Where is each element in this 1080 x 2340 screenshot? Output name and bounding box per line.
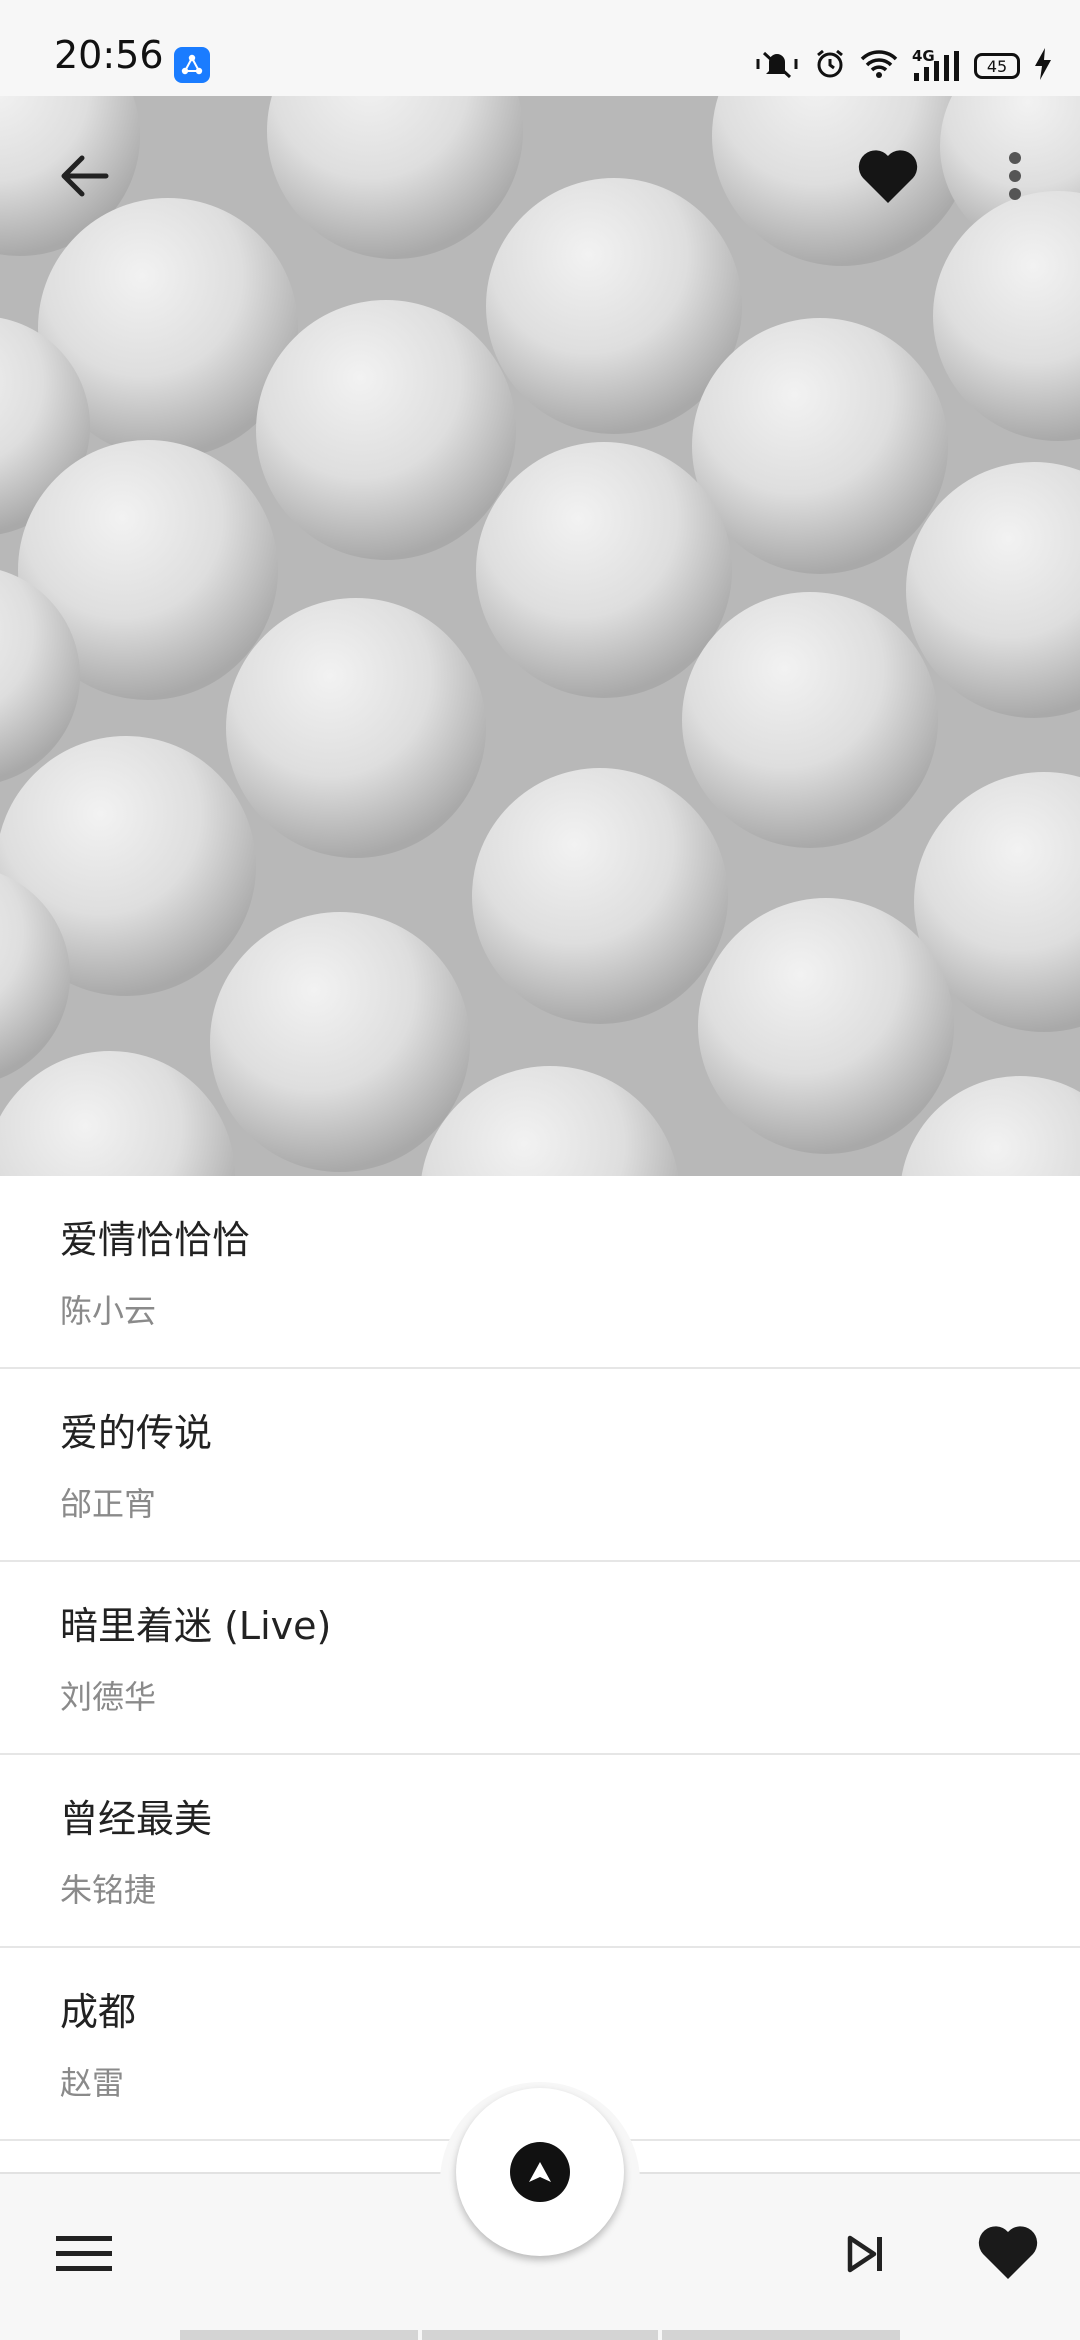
play-button[interactable] bbox=[456, 2088, 624, 2256]
app-share-icon bbox=[174, 47, 210, 83]
play-icon bbox=[510, 2142, 570, 2202]
next-track-button[interactable] bbox=[826, 2216, 906, 2296]
song-list: 爱情恰恰恰 陈小云 爱的传说 邰正宵 暗里着迷 (Live) 刘德华 曾经最美 … bbox=[0, 1176, 1080, 2141]
song-list-item[interactable]: 爱情恰恰恰 陈小云 bbox=[0, 1176, 1080, 1369]
heart-icon bbox=[856, 147, 920, 209]
song-list-item[interactable]: 暗里着迷 (Live) 刘德华 bbox=[0, 1562, 1080, 1755]
wifi-icon bbox=[860, 49, 898, 83]
status-bar: 20:56 4G 45 bbox=[0, 0, 1080, 96]
song-artist: 邰正宵 bbox=[60, 1485, 157, 1523]
song-title: 暗里着迷 (Live) bbox=[60, 1604, 332, 1648]
album-cover bbox=[0, 96, 1080, 1176]
skip-next-icon bbox=[846, 2234, 886, 2278]
more-options-button[interactable] bbox=[990, 138, 1040, 218]
song-list-item[interactable]: 曾经最美 朱铭捷 bbox=[0, 1755, 1080, 1948]
music-app-screen: 20:56 4G 45 爱情恰恰恰 陈小云 爱的传说 邰正宵 暗里着迷 (Liv… bbox=[0, 0, 1080, 2340]
heart-icon bbox=[976, 2223, 1040, 2285]
menu-icon bbox=[56, 2234, 112, 2278]
back-button[interactable] bbox=[44, 138, 124, 218]
song-artist: 赵雷 bbox=[60, 2064, 125, 2102]
mute-vibrate-icon bbox=[754, 49, 800, 83]
more-vertical-icon bbox=[1007, 150, 1023, 206]
menu-button[interactable] bbox=[44, 2216, 124, 2296]
song-artist: 刘德华 bbox=[60, 1678, 157, 1716]
song-list-item[interactable]: 爱的传说 邰正宵 bbox=[0, 1369, 1080, 1562]
arrow-left-icon bbox=[56, 152, 112, 204]
favorite-track-button[interactable] bbox=[966, 2212, 1050, 2296]
song-title: 成都 bbox=[60, 1990, 137, 2034]
status-time: 20:56 bbox=[54, 33, 164, 77]
song-artist: 朱铭捷 bbox=[60, 1871, 157, 1909]
favorite-album-button[interactable] bbox=[846, 138, 930, 218]
signal-4g-icon: 4G bbox=[912, 47, 960, 83]
status-icons: 4G 45 bbox=[754, 44, 1052, 88]
home-indicator bbox=[422, 2330, 658, 2340]
alarm-icon bbox=[814, 48, 846, 84]
home-indicator bbox=[180, 2330, 418, 2340]
home-indicator bbox=[662, 2330, 900, 2340]
album-art-image bbox=[0, 96, 1080, 1176]
battery-icon: 45 bbox=[974, 53, 1020, 79]
song-title: 爱的传说 bbox=[60, 1411, 213, 1455]
song-title: 曾经最美 bbox=[60, 1797, 213, 1841]
song-artist: 陈小云 bbox=[60, 1292, 157, 1330]
song-title: 爱情恰恰恰 bbox=[60, 1218, 251, 1262]
charging-icon bbox=[1034, 48, 1052, 84]
